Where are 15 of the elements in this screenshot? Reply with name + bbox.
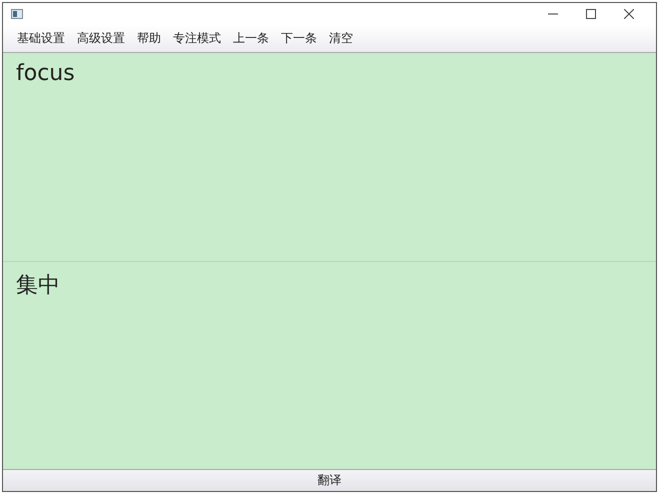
menu-item[interactable]: 下一条 <box>275 28 323 49</box>
translation-text: 集中 <box>16 272 60 298</box>
menu-item[interactable]: 清空 <box>323 28 359 49</box>
translate-button[interactable]: 翻译 <box>3 469 656 491</box>
menu-item[interactable]: 专注模式 <box>167 28 227 49</box>
translation-text-area[interactable]: 集中 <box>3 262 656 469</box>
source-text: focus <box>16 61 75 86</box>
app-icon <box>11 9 23 19</box>
close-icon <box>624 9 634 19</box>
menu-item[interactable]: 帮助 <box>131 28 167 49</box>
menu-item[interactable]: 基础设置 <box>11 28 71 49</box>
menu-item[interactable]: 高级设置 <box>71 28 131 49</box>
source-text-area[interactable]: focus <box>3 53 656 260</box>
menu-item[interactable]: 上一条 <box>227 28 275 49</box>
maximize-icon <box>586 9 596 19</box>
